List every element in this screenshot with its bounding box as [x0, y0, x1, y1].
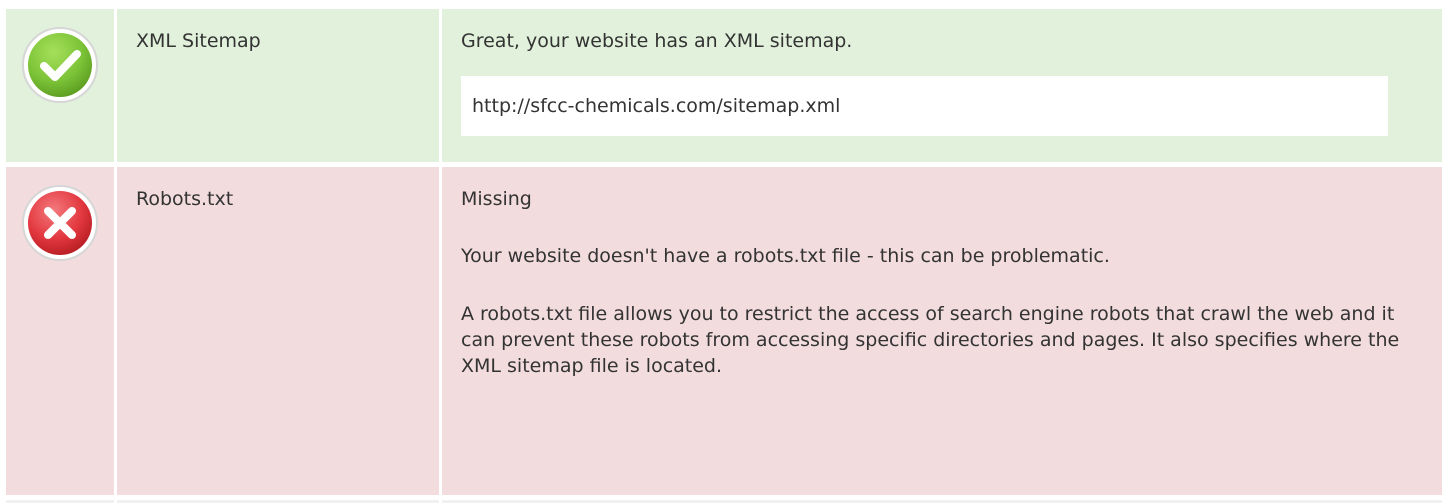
- check-message: Your website doesn't have a robots.txt f…: [461, 245, 1110, 267]
- status-icon-cell: [6, 9, 114, 162]
- sitemap-url[interactable]: http://sfcc-chemicals.com/sitemap.xml: [472, 94, 840, 118]
- x-circle-icon: [22, 185, 98, 261]
- check-content-cell: Great, your website has an XML sitemap. …: [442, 9, 1442, 162]
- result-row-robots-txt: Robots.txt Missing Your website doesn't …: [6, 167, 1442, 495]
- sitemap-url-box: http://sfcc-chemicals.com/sitemap.xml: [461, 76, 1388, 136]
- check-message: Great, your website has an XML sitemap.: [461, 30, 853, 52]
- check-content-cell: Missing Your website doesn't have a robo…: [442, 167, 1442, 495]
- seo-results-page: XML Sitemap Great, your website has an X…: [0, 0, 1448, 503]
- check-label-cell: XML Sitemap: [117, 9, 439, 162]
- status-text: Missing: [461, 188, 532, 210]
- check-explanation: A robots.txt file allows you to restrict…: [461, 303, 1400, 377]
- check-label-cell: Robots.txt: [117, 167, 439, 495]
- status-icon-cell: [6, 167, 114, 495]
- check-label: Robots.txt: [136, 188, 234, 210]
- check-circle-icon: [22, 27, 98, 103]
- check-label: XML Sitemap: [136, 30, 261, 52]
- result-row-xml-sitemap: XML Sitemap Great, your website has an X…: [6, 9, 1442, 162]
